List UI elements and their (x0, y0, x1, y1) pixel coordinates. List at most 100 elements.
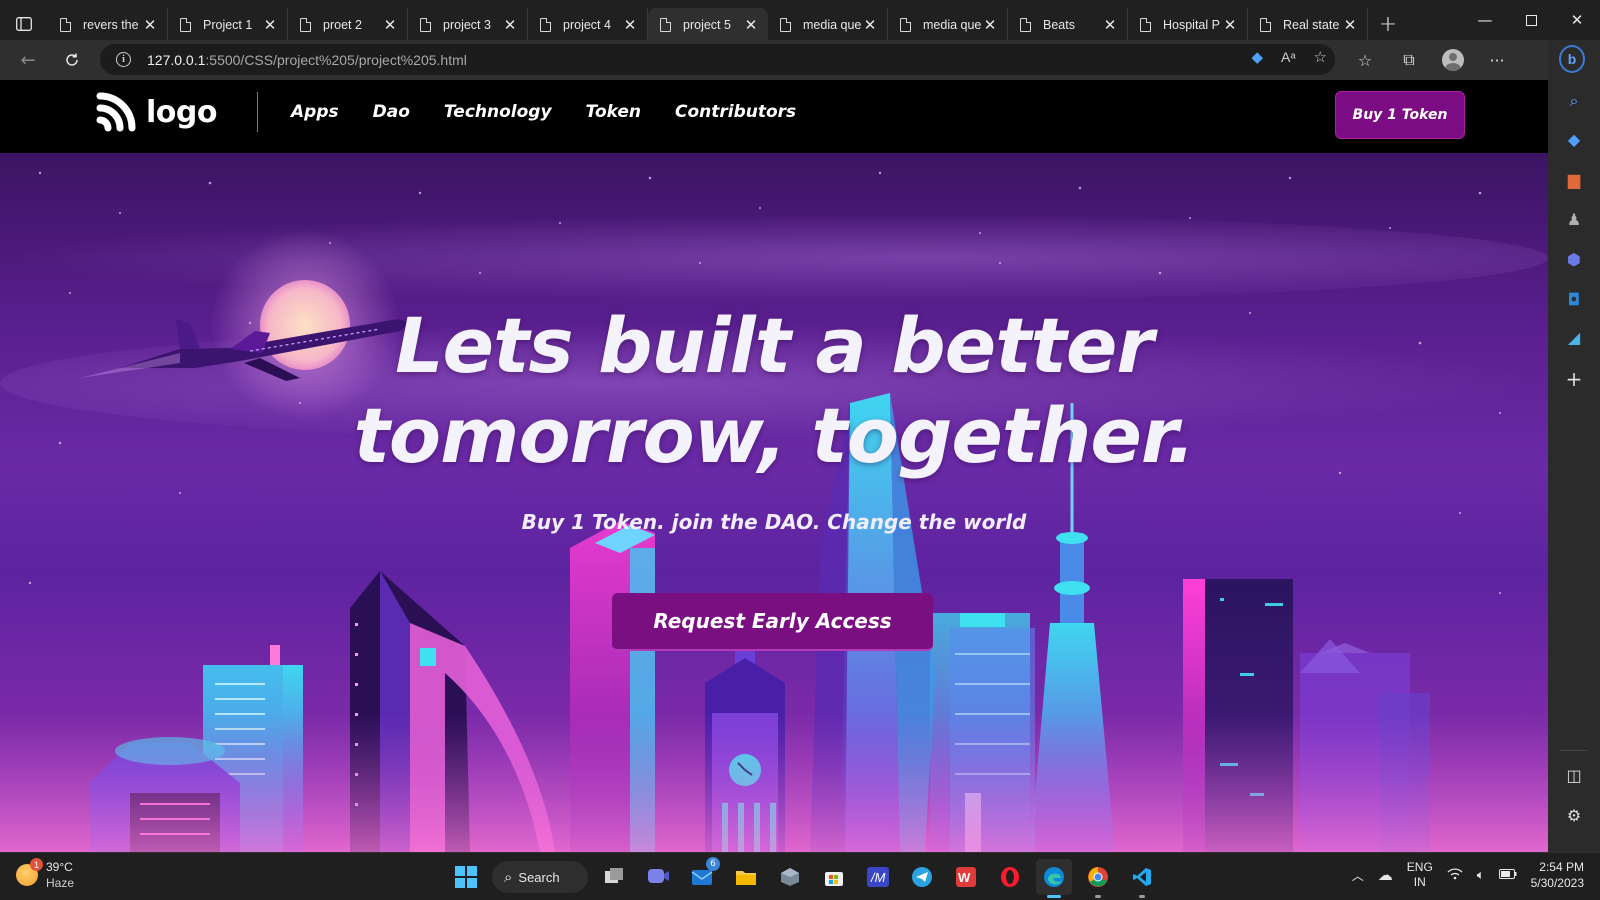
battery-icon[interactable] (1498, 868, 1517, 883)
app-cube-icon[interactable] (772, 859, 808, 895)
collections-icon[interactable]: ⧉ (1389, 44, 1429, 76)
edge-sidebar: b ⌕ ◆ ▆ ♟ ⬢ ◘ ◢ + ◫ ⚙ (1548, 40, 1600, 852)
page-icon (660, 18, 671, 32)
file-explorer-icon[interactable] (728, 859, 764, 895)
close-tab-icon[interactable]: ✕ (744, 16, 758, 34)
volume-icon[interactable]: 🔈︎ (1477, 867, 1485, 883)
telegram-icon[interactable] (904, 859, 940, 895)
tab-label: Beats (1043, 18, 1075, 32)
microsoft-365-icon[interactable]: ⬢ (1561, 246, 1587, 272)
task-view-icon[interactable] (596, 859, 632, 895)
windows-taskbar: 1 39°C Haze ⌕ Search 6 /M W ︿ ☁ ENG IN 🔈… (0, 852, 1600, 900)
site-logo[interactable]: logo (96, 92, 217, 132)
close-tab-icon[interactable]: ✕ (263, 16, 277, 34)
search-icon[interactable]: ⌕ (1561, 88, 1587, 114)
browser-tab[interactable]: proet 2 ✕ (288, 8, 408, 42)
nav-dao[interactable]: Dao (373, 102, 410, 122)
microsoft-store-icon[interactable] (816, 859, 852, 895)
browser-tab[interactable]: revers the ✕ (48, 8, 168, 42)
read-aloud-icon[interactable]: Aᵃ (1281, 49, 1296, 65)
vscode-icon[interactable] (1124, 859, 1160, 898)
browser-tab[interactable]: media que ✕ (768, 8, 888, 42)
page-icon (180, 18, 191, 32)
url-actions: ◆ Aᵃ ☆ (1251, 48, 1327, 66)
running-app-indicator (1095, 895, 1101, 898)
close-tab-icon[interactable]: ✕ (983, 16, 997, 34)
page-icon (900, 18, 911, 32)
edge-browser-icon[interactable] (1036, 859, 1072, 898)
site-navbar: logo Apps Dao Technology Token Contribut… (0, 80, 1548, 153)
close-tab-icon[interactable]: ✕ (863, 16, 877, 34)
wifi-icon[interactable] (1447, 867, 1463, 883)
request-early-access-button[interactable]: Request Early Access (612, 593, 933, 651)
onedrive-cloud-icon[interactable]: ☁ (1378, 866, 1393, 884)
show-hidden-icons-chevron-icon[interactable]: ︿ (1352, 867, 1364, 884)
bing-chat-icon[interactable]: b (1559, 45, 1585, 73)
tab-label: media que (923, 18, 982, 32)
nav-contributors[interactable]: Contributors (675, 102, 796, 122)
games-icon[interactable]: ♟ (1561, 206, 1587, 232)
nav-apps[interactable]: Apps (291, 102, 339, 122)
nav-technology[interactable]: Technology (444, 102, 552, 122)
mail-icon[interactable]: 6 (684, 857, 720, 895)
close-tab-icon[interactable]: ✕ (623, 16, 637, 34)
add-favorite-icon[interactable]: ☆ (1314, 48, 1327, 66)
mail-badge: 6 (706, 857, 720, 871)
taskbar-search[interactable]: ⌕ Search (492, 861, 588, 893)
tools-icon[interactable]: ▆ (1561, 166, 1587, 192)
start-windows-icon[interactable] (448, 859, 484, 895)
weather-widget[interactable]: 1 39°C Haze (16, 858, 74, 891)
address-bar: ← i 127.0.0.1:5500/CSS/project%205/proje… (0, 40, 1548, 80)
new-tab-button[interactable]: + (1368, 12, 1408, 37)
svg-text:W: W (958, 870, 971, 885)
browser-tab[interactable]: project 4 ✕ (528, 8, 648, 42)
browser-tab[interactable]: Hospital P ✕ (1128, 8, 1248, 42)
hide-sidebar-icon[interactable]: ◫ (1561, 762, 1587, 788)
close-tab-icon[interactable]: ✕ (503, 16, 517, 34)
math-app-icon[interactable]: /M (860, 859, 896, 895)
close-tab-icon[interactable]: ✕ (1343, 16, 1357, 34)
browser-tab[interactable]: project 3 ✕ (408, 8, 528, 42)
drop-icon[interactable]: ◢ (1561, 324, 1587, 350)
browser-tab[interactable]: media que ✕ (888, 8, 1008, 42)
chrome-icon[interactable] (1080, 859, 1116, 898)
url-path: :5500/CSS/project%205/project%205.html (205, 51, 467, 68)
refresh-icon[interactable] (52, 42, 92, 78)
profile-icon[interactable] (1433, 44, 1473, 76)
close-tab-icon[interactable]: ✕ (383, 16, 397, 34)
add-sidebar-app-icon[interactable]: + (1561, 366, 1587, 392)
url-field[interactable]: i 127.0.0.1:5500/CSS/project%205/project… (100, 44, 1335, 75)
back-icon[interactable]: ← (8, 42, 48, 78)
page-viewport: logo Apps Dao Technology Token Contribut… (0, 80, 1548, 852)
shopping-tag-icon[interactable]: ◆ (1251, 48, 1263, 66)
browser-tab[interactable]: Beats ✕ (1008, 8, 1128, 42)
settings-gear-icon[interactable]: ⚙ (1561, 802, 1587, 828)
page-icon (1140, 18, 1151, 32)
close-tab-icon[interactable]: ✕ (143, 16, 157, 34)
minimize-icon[interactable]: — (1462, 0, 1508, 40)
site-info-icon[interactable]: i (116, 52, 131, 67)
page-icon (540, 18, 551, 32)
teams-chat-icon[interactable] (640, 859, 676, 895)
buy-token-button[interactable]: Buy 1 Token (1335, 91, 1465, 139)
close-tab-icon[interactable]: ✕ (1223, 16, 1237, 34)
browser-tab[interactable]: project 5 ✕ (648, 8, 768, 42)
shopping-icon[interactable]: ◆ (1561, 126, 1587, 152)
wps-office-icon[interactable]: W (948, 859, 984, 895)
page-icon (780, 18, 791, 32)
tab-label: Project 1 (203, 18, 253, 32)
outlook-icon[interactable]: ◘ (1561, 286, 1587, 312)
browser-tab[interactable]: Real state ✕ (1248, 8, 1368, 42)
taskbar-clock[interactable]: 2:54 PM 5/30/2023 (1531, 859, 1584, 891)
neon-floor-glow (0, 713, 1548, 852)
maximize-icon[interactable] (1508, 0, 1554, 40)
nav-token[interactable]: Token (586, 102, 641, 122)
lang-line-1: ENG (1406, 860, 1433, 874)
opera-icon[interactable] (992, 859, 1028, 895)
favorites-icon[interactable]: ☆ (1345, 44, 1385, 76)
close-tab-icon[interactable]: ✕ (1103, 16, 1117, 34)
close-window-icon[interactable]: ✕ (1554, 0, 1600, 40)
input-language[interactable]: ENG IN (1407, 860, 1433, 890)
more-menu-icon[interactable]: ··· (1477, 44, 1517, 76)
browser-tab[interactable]: Project 1 ✕ (168, 8, 288, 42)
